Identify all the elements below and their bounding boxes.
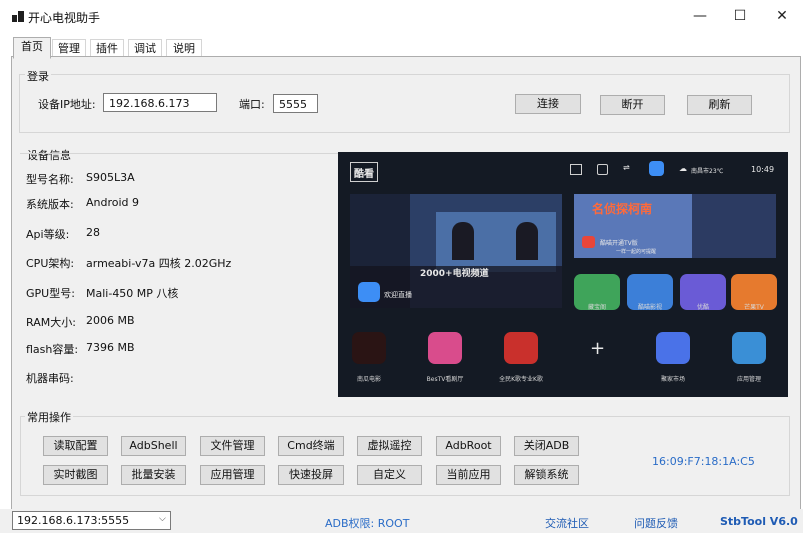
tab-home[interactable]: 首页 [13, 37, 51, 59]
custom-button[interactable]: 自定义 [357, 465, 422, 485]
serial-label: 机器串码: [26, 372, 74, 385]
minimize-button[interactable]: — [678, 2, 722, 30]
quick-cast-button[interactable]: 快速投屏 [278, 465, 344, 485]
chevron-down-icon: ⌵ [159, 514, 166, 524]
ops-group-label: 常用操作 [25, 409, 73, 425]
cloud-icon: ☁ [679, 164, 687, 173]
model-label: 型号名称: [26, 173, 74, 186]
connect-button[interactable]: 连接 [515, 94, 581, 114]
refresh-button[interactable]: 刷新 [687, 95, 752, 115]
bottom-app-label: 全民K歌专业K歌 [499, 376, 543, 383]
device-select-value: 192.168.6.173:5555 [17, 514, 130, 527]
unlock-system-button[interactable]: 解锁系统 [514, 465, 579, 485]
ram-label: RAM大小: [26, 316, 76, 329]
version-label: StbTool V6.0 [720, 515, 798, 528]
port-input[interactable]: 5555 [273, 94, 318, 113]
tv-time: 10:49 [751, 165, 775, 174]
tv-user-icon [649, 161, 664, 176]
file-manager-button[interactable]: 文件管理 [200, 436, 265, 456]
close-button[interactable]: ✕ [760, 2, 803, 30]
ip-label: 设备IP地址: [38, 98, 96, 111]
current-app-button[interactable]: 当前应用 [436, 465, 501, 485]
promo-character [692, 194, 776, 258]
tv-logo: 酷看 [354, 169, 374, 180]
device-info-divider [20, 153, 338, 154]
app-icon-market[interactable] [656, 332, 690, 364]
screenshot-button[interactable]: 实时截图 [43, 465, 108, 485]
anchor-figure [452, 222, 474, 260]
os-value: Android 9 [86, 196, 140, 209]
tv-promo-title: 名侦探柯南 [592, 202, 653, 216]
app-tile-label: 芒果TV [744, 304, 764, 311]
app-manager-button[interactable]: 应用管理 [200, 465, 265, 485]
bottom-app-label: BesTV看剧厅 [426, 376, 464, 383]
app-tile-label: 酷喵影视 [637, 304, 662, 311]
api-value: 28 [86, 226, 100, 239]
maximize-button[interactable]: ☐ [718, 2, 762, 30]
gpu-label: GPU型号: [26, 287, 75, 300]
window-title: 开心电视助手 [28, 11, 101, 25]
folder-icon [570, 164, 582, 175]
tv-promo-banner[interactable]: 名侦探柯南 酷喵开通TV版 一样一起的可提醒 [574, 194, 776, 258]
ip-input[interactable]: 192.168.6.173 [103, 93, 217, 112]
tab-help[interactable]: 说明 [166, 39, 202, 57]
device-info-label: 设备信息 [25, 147, 73, 163]
adbroot-button[interactable]: AdbRoot [436, 436, 501, 456]
cmd-terminal-button[interactable]: Cmd终端 [278, 436, 344, 456]
app-icon-pumpkin[interactable] [352, 332, 386, 364]
anchor-figure [516, 222, 538, 260]
cpu-value: armeabi-v7a 四核 2.02GHz [86, 257, 232, 270]
bottom-app-label: 聚家市场 [660, 376, 685, 383]
tab-plugins[interactable]: 插件 [90, 39, 124, 57]
community-link[interactable]: 交流社区 [545, 515, 589, 531]
app-icon [12, 11, 24, 22]
login-group-label: 登录 [25, 68, 51, 84]
live-app-icon [358, 282, 380, 302]
feedback-link[interactable]: 问题反馈 [634, 515, 678, 531]
batch-install-button[interactable]: 批量安装 [121, 465, 186, 485]
tv-promo-sub: 酷喵开通TV版 [600, 240, 638, 247]
virtual-remote-button[interactable]: 虚拟遥控 [357, 436, 422, 456]
device-select[interactable]: 192.168.6.173:5555 ⌵ [12, 511, 171, 530]
flash-value: 7396 MB [86, 341, 135, 354]
os-label: 系统版本: [26, 198, 74, 211]
app-icon-karaoke[interactable] [504, 332, 538, 364]
model-value: S905L3A [86, 171, 135, 184]
close-adb-button[interactable]: 关闭ADB [514, 436, 579, 456]
tab-manage[interactable]: 管理 [52, 39, 86, 57]
tv-news-banner[interactable]: 2000+电视频道 欢迎直播 [350, 194, 562, 308]
gpu-value: Mali-450 MP 八核 [86, 287, 179, 300]
read-config-button[interactable]: 读取配置 [43, 436, 108, 456]
wifi-icon: ⇌ [623, 163, 630, 172]
disconnect-button[interactable]: 断开 [600, 95, 665, 115]
youku-icon [582, 236, 595, 248]
port-label: 端口: [239, 98, 265, 111]
adbshell-button[interactable]: AdbShell [121, 436, 186, 456]
ram-value: 2006 MB [86, 314, 135, 327]
app-icon-bestv[interactable] [428, 332, 462, 364]
tv-live-label: 欢迎直播 [384, 291, 412, 299]
settings-icon [597, 164, 608, 175]
api-label: Api等级: [26, 228, 70, 241]
tv-promo-sub2: 一样一起的可提醒 [616, 249, 657, 255]
cpu-label: CPU架构: [26, 257, 75, 270]
tab-debug[interactable]: 调试 [128, 39, 162, 57]
app-tile-label: 藏宝阁 [587, 304, 606, 311]
app-icon-manager[interactable] [732, 332, 766, 364]
add-app-icon[interactable]: + [590, 338, 605, 359]
bottom-app-label: 应用管理 [736, 376, 761, 383]
tv-screenshot[interactable]: 酷看 ⇌ ☁ 南昌市23℃ 10:49 2000+电视频道 欢迎直播 名侦探柯南… [338, 152, 788, 397]
tv-banner-text: 2000+电视频道 [420, 269, 489, 279]
mac-address: 16:09:F7:18:1A:C5 [652, 455, 755, 468]
bottom-app-label: 南瓜电影 [356, 376, 381, 383]
tv-weather: 南昌市23℃ [691, 168, 724, 175]
flash-label: flash容量: [26, 343, 79, 356]
adb-permission-status: ADB权限: ROOT [325, 517, 410, 530]
